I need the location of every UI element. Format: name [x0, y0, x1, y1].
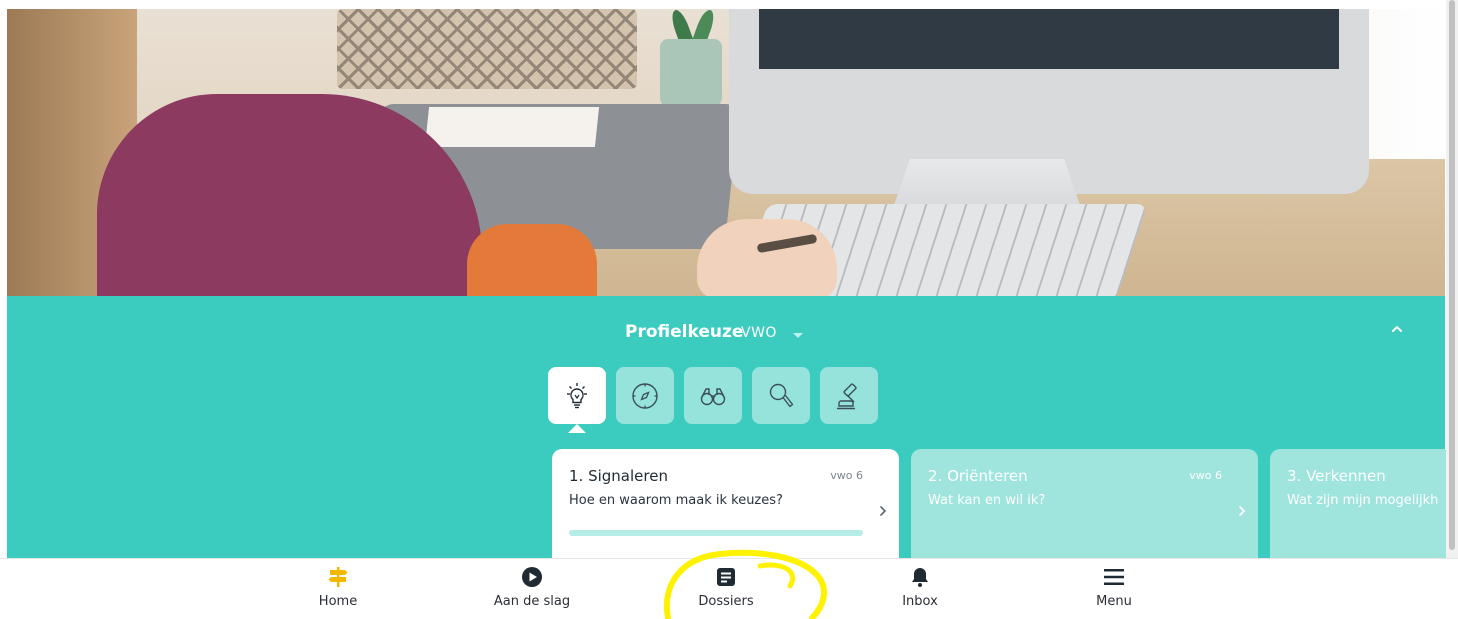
scrollbar-thumb[interactable] [1449, 0, 1455, 550]
hero-basket [337, 9, 637, 89]
hero-image [7, 9, 1445, 296]
hero-monitor-screen [759, 9, 1339, 69]
gavel-icon [837, 382, 857, 409]
compass-icon [632, 382, 658, 409]
card-subtitle: Hoe en waarom maak ik keuzes? [569, 493, 783, 508]
caret-down-icon[interactable] [793, 333, 803, 338]
nav-item-menu[interactable]: Menu [1054, 566, 1174, 609]
binoculars-icon [700, 387, 726, 405]
card-title: 2. Oriënteren [928, 467, 1028, 485]
nav-label: Home [318, 594, 358, 609]
level-dropdown[interactable]: VWO [741, 325, 777, 341]
nav-item-aan-de-slag[interactable]: Aan de slag [472, 566, 592, 609]
chevron-right-icon[interactable] [877, 504, 889, 518]
panel-title: Profielkeuze [625, 322, 744, 342]
chevron-right-icon[interactable] [1236, 504, 1248, 518]
hero-folder-paper [424, 107, 600, 147]
card-progress-bar [569, 530, 863, 536]
hero-hand [697, 219, 837, 296]
nav-label: Inbox [902, 594, 938, 609]
step-kiezen-button[interactable] [820, 367, 878, 424]
nav-label: Aan de slag [493, 594, 571, 609]
chevron-up-icon[interactable] [1388, 320, 1406, 338]
step-card-signaleren[interactable]: 1. Signaleren vwo 6 Hoe en waarom maak i… [552, 449, 899, 569]
document-icon [717, 568, 735, 586]
hero-sleeve [467, 224, 597, 296]
step-verdiepen-button[interactable] [752, 367, 810, 424]
signpost-icon [328, 567, 348, 587]
app-root: Profielkeuze VWO 1. Signaleren vwo 6 Hoe… [0, 0, 1458, 619]
nav-label: Menu [1096, 594, 1132, 609]
bell-icon [912, 568, 928, 587]
step-verkennen-button[interactable] [684, 367, 742, 424]
hamburger-icon [1104, 569, 1124, 585]
card-level-tag: vwo 6 [1189, 469, 1222, 482]
nav-label: Dossiers [698, 594, 754, 609]
nav-item-inbox[interactable]: Inbox [860, 566, 980, 609]
card-title: 1. Signaleren [569, 467, 668, 485]
card-level-tag: vwo 6 [830, 469, 863, 482]
active-step-pointer [568, 424, 586, 433]
step-orienteren-button[interactable] [616, 367, 674, 424]
nav-item-dossiers[interactable]: Dossiers [666, 566, 786, 609]
play-circle-icon [522, 567, 542, 587]
magnifier-icon [769, 383, 794, 407]
nav-item-home[interactable]: Home [278, 566, 398, 609]
step-card-orienteren[interactable]: 2. Oriënteren vwo 6 Wat kan en wil ik? [911, 449, 1258, 569]
step-signaleren-button[interactable] [548, 367, 606, 424]
card-title: 3. Verkennen [1287, 467, 1386, 485]
lightbulb-icon [567, 382, 587, 408]
card-subtitle: Wat kan en wil ik? [928, 493, 1046, 508]
hero-plant-pot [660, 39, 722, 109]
card-subtitle: Wat zijn mijn mogelijkh [1287, 493, 1439, 508]
step-card-verkennen[interactable]: 3. Verkennen Wat zijn mijn mogelijkh [1270, 449, 1446, 569]
